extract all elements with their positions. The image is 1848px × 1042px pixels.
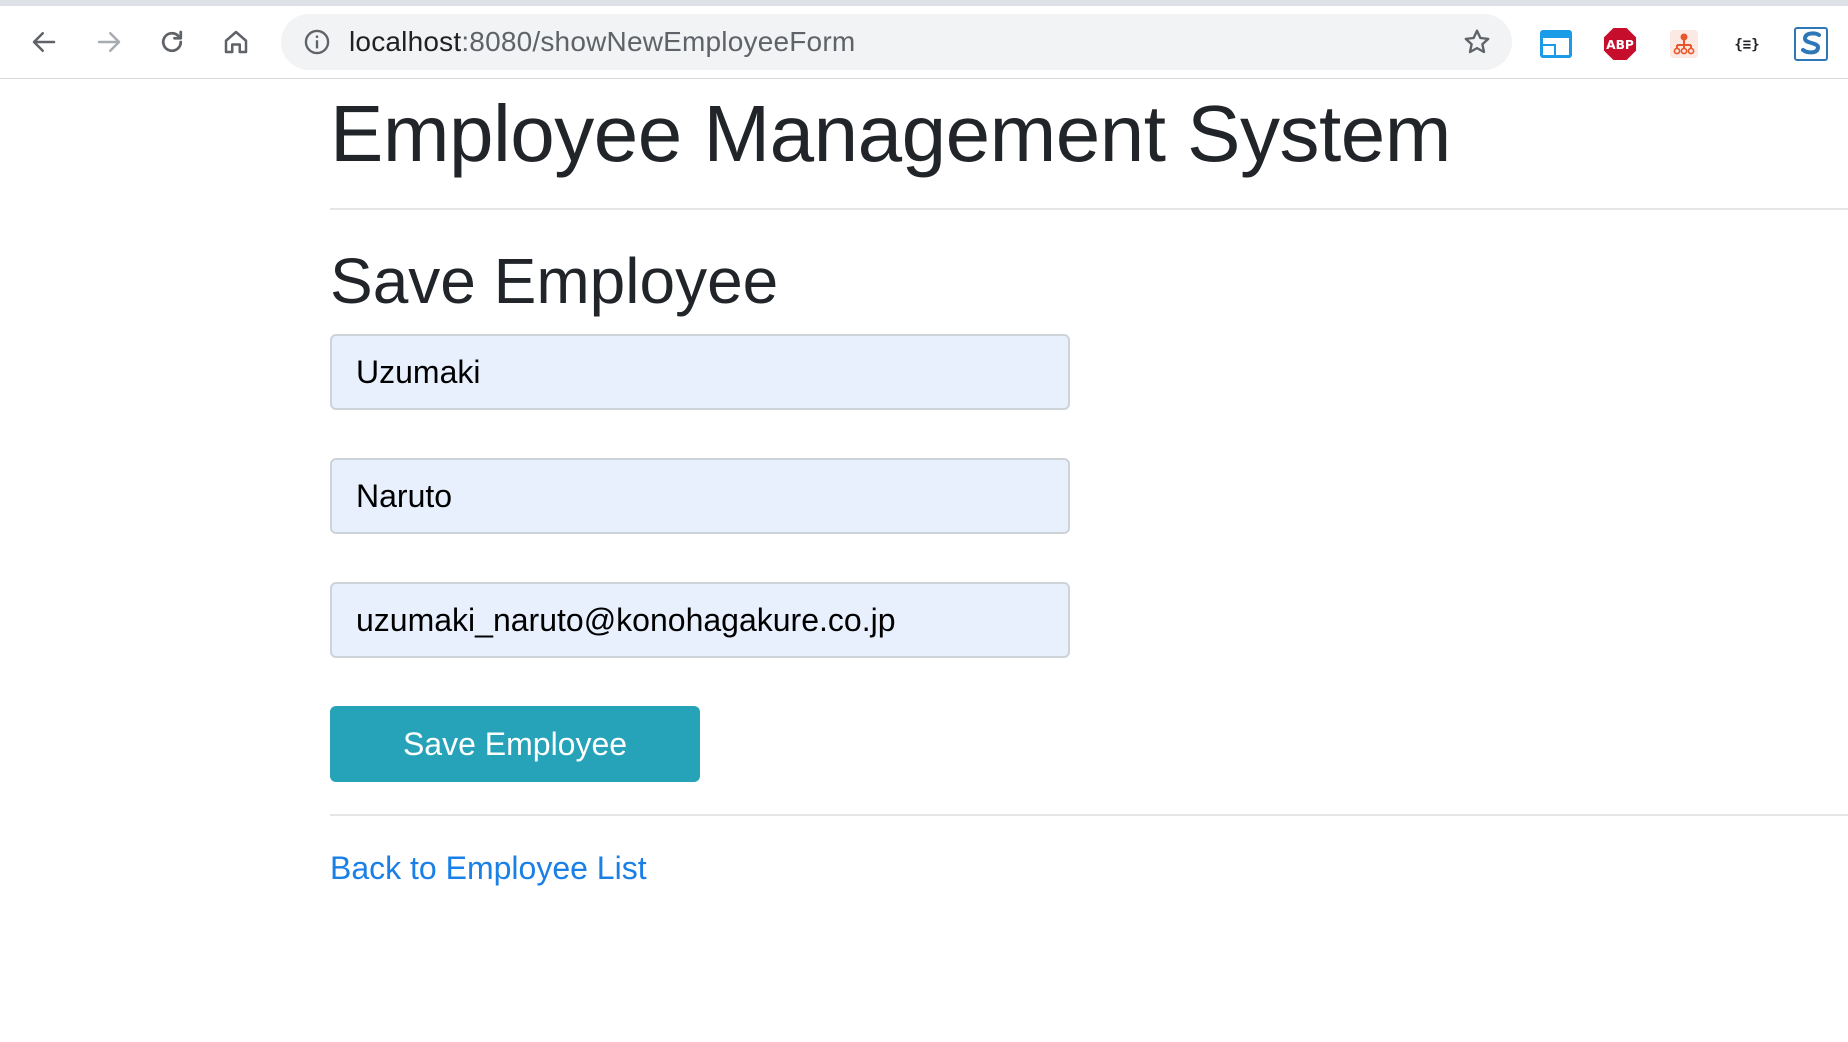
arrow-left-icon bbox=[32, 32, 56, 52]
form-divider bbox=[330, 814, 1848, 816]
json-formatter-icon[interactable]: {≡} bbox=[1730, 27, 1764, 61]
email-field[interactable] bbox=[330, 582, 1070, 658]
svg-text:{≡}: {≡} bbox=[1734, 37, 1759, 53]
reload-icon bbox=[161, 30, 183, 53]
star-bookmark-icon[interactable] bbox=[1462, 27, 1492, 57]
last-name-field[interactable] bbox=[330, 458, 1070, 534]
form-title: Save Employee bbox=[330, 245, 779, 317]
svg-text:ABP: ABP bbox=[1606, 38, 1634, 52]
address-bar[interactable]: localhost:8080/showNewEmployeeForm bbox=[281, 14, 1512, 70]
page-title: Employee Management System bbox=[330, 89, 1451, 178]
address-url[interactable]: localhost:8080/showNewEmployeeForm bbox=[349, 14, 855, 70]
save-employee-button[interactable]: Save Employee bbox=[330, 706, 700, 782]
back-to-employee-list-link[interactable]: Back to Employee List bbox=[330, 850, 647, 887]
url-path: :8080/showNewEmployeeForm bbox=[461, 26, 856, 57]
adblock-plus-icon[interactable]: ABP bbox=[1603, 27, 1637, 61]
arrow-right-icon bbox=[97, 32, 121, 52]
window-extension-icon[interactable] bbox=[1539, 27, 1573, 61]
browser-toolbar: localhost:8080/showNewEmployeeForm ABP {… bbox=[0, 6, 1848, 79]
reload-button[interactable] bbox=[154, 24, 190, 60]
forward-button[interactable] bbox=[91, 24, 127, 60]
home-icon bbox=[224, 30, 248, 54]
s-extension-icon[interactable] bbox=[1794, 27, 1828, 61]
first-name-field[interactable] bbox=[330, 334, 1070, 410]
url-host: localhost bbox=[349, 26, 462, 57]
title-divider bbox=[330, 208, 1848, 210]
home-button[interactable] bbox=[218, 24, 254, 60]
sitemap-extension-icon[interactable] bbox=[1667, 27, 1701, 61]
back-button[interactable] bbox=[26, 24, 62, 60]
info-icon[interactable] bbox=[303, 28, 331, 56]
